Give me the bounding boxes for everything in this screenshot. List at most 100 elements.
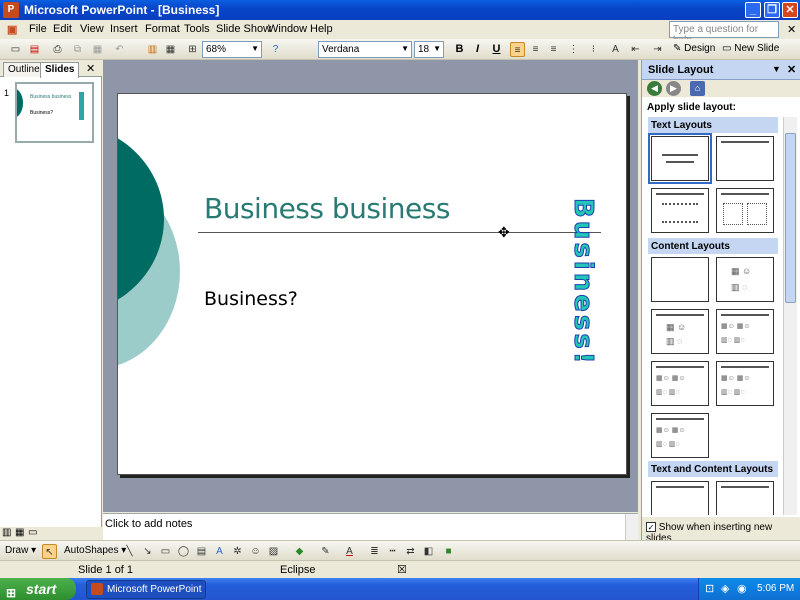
align-right-icon[interactable]: ≡ bbox=[546, 42, 561, 57]
design-button[interactable]: ✎ Design bbox=[673, 43, 715, 54]
menu-file[interactable]: File bbox=[29, 23, 47, 35]
pane-close-icon[interactable]: ✕ bbox=[86, 62, 95, 75]
minimize-button[interactable]: _ bbox=[745, 2, 761, 18]
show-checkbox[interactable]: ✓ bbox=[646, 522, 656, 533]
wordart-icon[interactable]: A bbox=[212, 544, 227, 559]
ask-question-input[interactable]: Type a question for help bbox=[669, 21, 779, 46]
draw-menu[interactable]: Draw ▾ bbox=[5, 545, 36, 556]
fill-color-icon[interactable]: ◆ bbox=[292, 544, 307, 559]
picture-icon[interactable]: ▨ bbox=[266, 544, 281, 559]
sorter-view-icon[interactable]: ▦ bbox=[15, 527, 24, 538]
line-color-icon[interactable]: ✎ bbox=[318, 544, 333, 559]
layout-title-text[interactable] bbox=[651, 188, 709, 233]
decrease-indent-icon[interactable]: ⇤ bbox=[628, 42, 643, 57]
3d-icon[interactable]: ■ bbox=[441, 544, 456, 559]
layout-content[interactable]: ▦ ☺ ▥ ◌ bbox=[716, 257, 774, 302]
layout-four-content[interactable]: ▦☺ ▦☺ ▥◌ ▥◌ bbox=[716, 361, 774, 406]
align-center-icon[interactable]: ≡ bbox=[528, 42, 543, 57]
arrow-style-icon[interactable]: ⇄ bbox=[403, 544, 418, 559]
security-icon[interactable]: ◉ bbox=[737, 582, 747, 595]
scroll-thumb[interactable] bbox=[785, 133, 796, 303]
font-select[interactable]: Verdana ▼ bbox=[318, 41, 412, 58]
layout-blank[interactable] bbox=[651, 257, 709, 302]
menu-help[interactable]: Help bbox=[310, 23, 333, 35]
slide-thumbnail[interactable]: Business business Business? bbox=[15, 82, 94, 143]
textbox-icon[interactable]: ▤ bbox=[194, 544, 209, 559]
menu-edit[interactable]: Edit bbox=[53, 23, 72, 35]
volume-icon[interactable]: ◈ bbox=[721, 582, 729, 595]
forward-icon[interactable]: ▶ bbox=[666, 81, 681, 96]
undo-icon[interactable]: ↶ bbox=[112, 42, 127, 57]
shadow-icon[interactable]: ◧ bbox=[421, 544, 436, 559]
print-icon[interactable]: ⎙ bbox=[50, 42, 65, 57]
document-icon[interactable]: ▣ bbox=[7, 23, 17, 36]
menu-insert[interactable]: Insert bbox=[110, 23, 138, 35]
select-arrow-icon[interactable]: ↖ bbox=[42, 544, 57, 559]
menu-format[interactable]: Format bbox=[145, 23, 180, 35]
tab-slides[interactable]: Slides bbox=[40, 62, 80, 78]
slide-body-text[interactable]: Business? bbox=[204, 288, 298, 310]
diagram-icon[interactable]: ✲ bbox=[230, 544, 245, 559]
bullets-icon[interactable]: ⁝ bbox=[586, 42, 601, 57]
zoom-select[interactable]: 68% ▼ bbox=[202, 41, 262, 58]
spelling-status-icon[interactable]: ☒ bbox=[397, 563, 407, 576]
underline-button[interactable]: U bbox=[489, 42, 504, 57]
arrow-icon[interactable]: ↘ bbox=[140, 544, 155, 559]
menu-view[interactable]: View bbox=[80, 23, 104, 35]
new-icon[interactable]: ▭ bbox=[8, 42, 23, 57]
close-button[interactable]: ✕ bbox=[782, 2, 798, 18]
tab-outline[interactable]: Outline bbox=[3, 62, 45, 77]
font-size-select[interactable]: 18 ▼ bbox=[414, 41, 444, 58]
layout-title-slide[interactable] bbox=[648, 133, 712, 184]
task-pane-menu-icon[interactable]: ▼ bbox=[772, 64, 781, 74]
start-button[interactable]: ⊞ start bbox=[0, 578, 76, 600]
task-pane-scrollbar[interactable] bbox=[783, 117, 797, 515]
powerpoint-app-icon[interactable]: P bbox=[3, 2, 19, 18]
clock[interactable]: 5:06 PM bbox=[757, 583, 794, 594]
layout-title-only[interactable] bbox=[716, 136, 774, 181]
new-slide-button[interactable]: ▭ New Slide bbox=[722, 43, 779, 54]
align-left-icon[interactable]: ≡ bbox=[510, 42, 525, 57]
clipart-icon[interactable]: ☺ bbox=[248, 544, 263, 559]
chart-icon[interactable]: ▥ bbox=[145, 42, 160, 57]
menu-tools[interactable]: Tools bbox=[184, 23, 210, 35]
wordart-text[interactable]: Business! bbox=[558, 198, 599, 368]
menu-slide-show[interactable]: Slide Show bbox=[216, 23, 271, 35]
increase-font-icon[interactable]: A bbox=[608, 42, 623, 57]
grid-icon[interactable]: ⊞ bbox=[185, 42, 200, 57]
slide-title[interactable]: Business business bbox=[204, 192, 450, 225]
paste-icon[interactable]: ▦ bbox=[90, 42, 105, 57]
layout-title-text-content-2[interactable] bbox=[716, 481, 774, 515]
layout-two-content[interactable]: ▦☺ ▦☺ ▥◌ ▥◌ bbox=[716, 309, 774, 354]
numbering-icon[interactable]: ⋮ bbox=[566, 42, 581, 57]
layout-title-content-over[interactable]: ▦☺ ▦☺ ▥◌ ▥◌ bbox=[651, 361, 709, 406]
maximize-button[interactable]: ❐ bbox=[764, 2, 780, 18]
autoshapes-menu[interactable]: AutoShapes ▾ bbox=[64, 545, 126, 556]
document-close-icon[interactable]: ✕ bbox=[787, 23, 796, 36]
dash-style-icon[interactable]: ┅ bbox=[385, 544, 400, 559]
notes-scrollbar[interactable] bbox=[625, 514, 638, 541]
oval-icon[interactable]: ◯ bbox=[176, 544, 191, 559]
network-icon[interactable]: ⊡ bbox=[705, 582, 714, 595]
section-text-content-layouts[interactable]: Text and Content Layouts bbox=[648, 461, 778, 477]
copy-icon[interactable]: ⧉ bbox=[70, 42, 85, 57]
help-icon[interactable]: ? bbox=[268, 42, 283, 57]
notes-pane[interactable]: Click to add notes bbox=[103, 513, 638, 541]
open-icon[interactable]: ▤ bbox=[27, 42, 42, 57]
back-icon[interactable]: ◀ bbox=[647, 81, 662, 96]
layout-title-text-content[interactable] bbox=[651, 481, 709, 515]
taskbar-powerpoint-item[interactable]: Microsoft PowerPoint ... bbox=[86, 580, 206, 599]
layout-content-grid[interactable]: ▦☺ ▦☺ ▥◌ ▥◌ bbox=[651, 413, 709, 458]
line-icon[interactable]: ╲ bbox=[122, 544, 137, 559]
section-content-layouts[interactable]: Content Layouts bbox=[648, 238, 778, 254]
slideshow-view-icon[interactable]: ▭ bbox=[28, 527, 37, 538]
menu-window[interactable]: Window bbox=[268, 23, 307, 35]
layout-two-column-text[interactable] bbox=[716, 188, 774, 233]
bold-button[interactable]: B bbox=[452, 42, 467, 57]
home-icon[interactable]: ⌂ bbox=[690, 81, 705, 96]
task-pane-close-icon[interactable]: ✕ bbox=[787, 63, 796, 76]
normal-view-icon[interactable]: ▥ bbox=[2, 527, 11, 538]
layout-title-content[interactable]: ▦ ☺ ▥ ◌ bbox=[651, 309, 709, 354]
line-style-icon[interactable]: ≣ bbox=[367, 544, 382, 559]
increase-indent-icon[interactable]: ⇥ bbox=[650, 42, 665, 57]
